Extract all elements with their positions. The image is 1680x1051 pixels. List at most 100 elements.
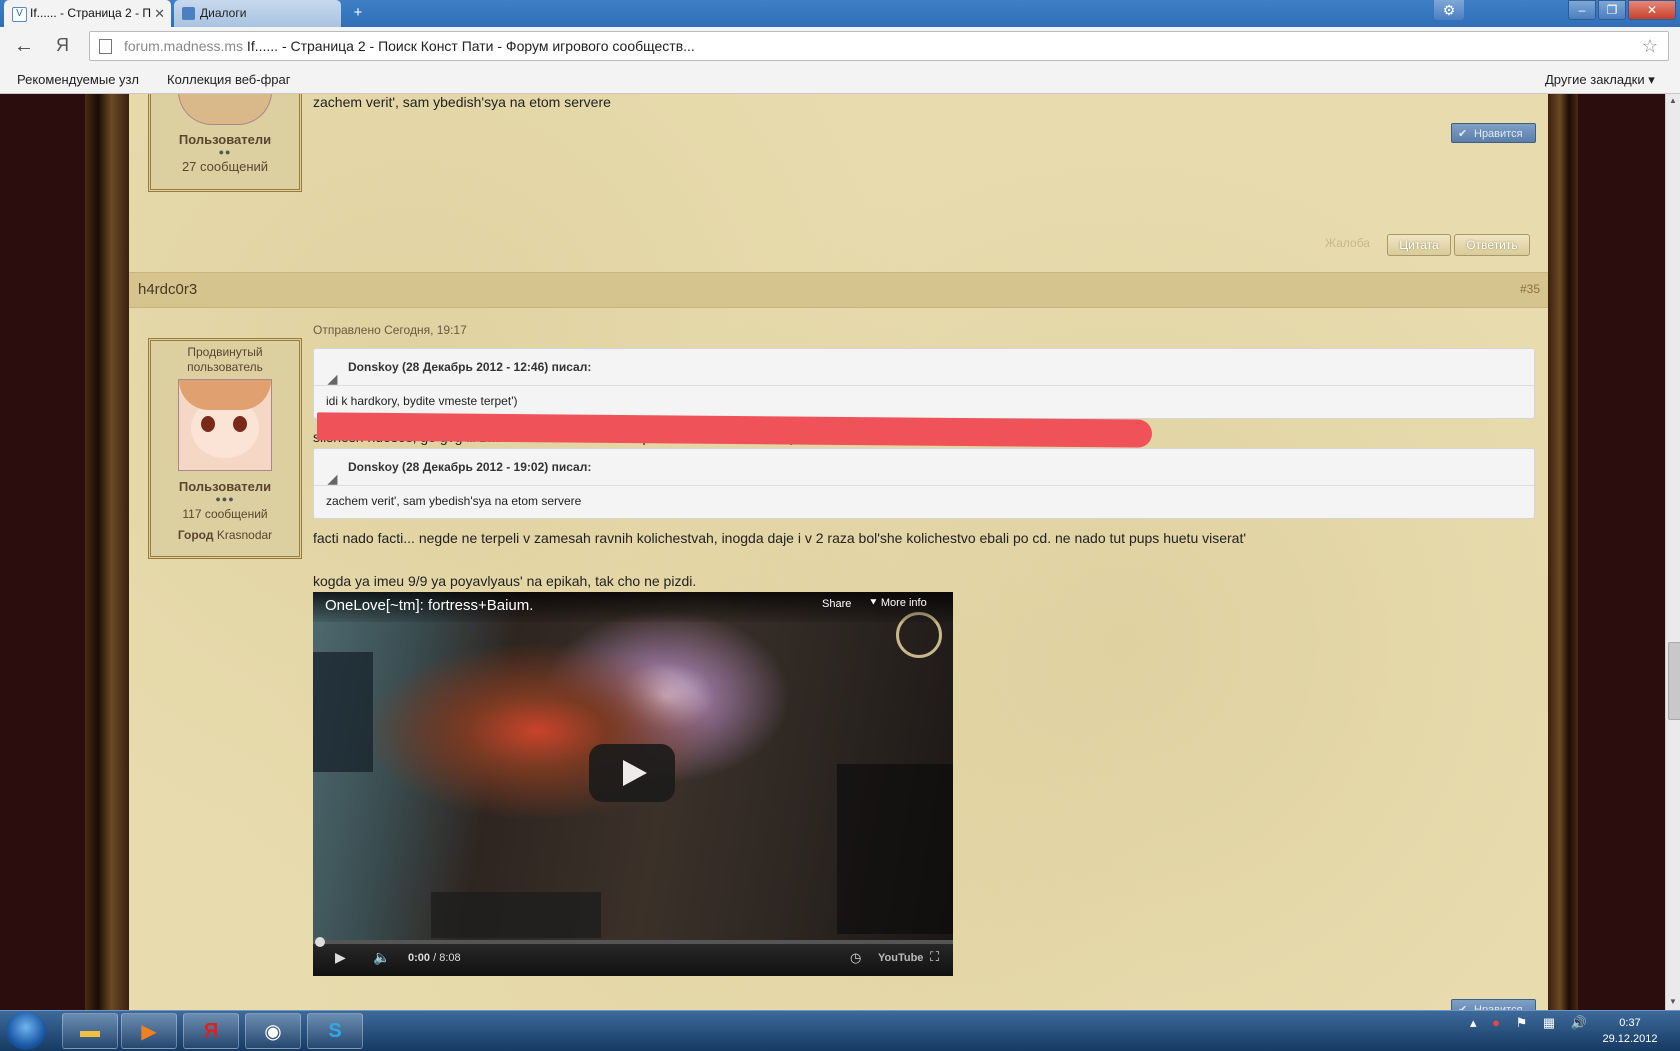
address-bar[interactable]: forum.madness.ms If...... - Страница 2 -… [89,31,1669,61]
volume-icon[interactable]: 🔈 [373,949,390,966]
chevron-down-icon: ⯆ [869,597,878,609]
clock-time: 0:37 [1619,1017,1641,1029]
scrollbar-thumb[interactable] [1668,642,1680,720]
complain-link[interactable]: Жалоба [1325,236,1370,250]
tab-forum[interactable]: V If...... - Страница 2 - П ✕ [4,0,171,27]
bookmarks-bar: Рекомендуемые узл Коллекция веб-фраг Дру… [0,67,1680,94]
url-host: forum.madness.ms [124,38,244,54]
quote-2-text: zachem verit', sam ybedish'sya na etom s… [326,494,582,508]
yandex-browser-taskbar-icon[interactable]: Я [183,1013,239,1049]
user-avatar[interactable] [178,379,272,471]
new-tab-button[interactable]: + [347,5,369,21]
game-chat-panel [837,764,953,934]
user-city-label: Город [177,528,214,542]
bookmark-webslices[interactable]: Коллекция веб-фраг [167,72,297,87]
user-city: Krasnodar [216,528,273,542]
close-tab-icon[interactable]: ✕ [154,0,165,27]
game-skill-bar [431,892,601,938]
game-client-taskbar-icon[interactable]: ◉ [245,1013,301,1049]
user-group: Пользователи [178,479,272,494]
reply-button[interactable]: Ответить [1454,234,1530,256]
tab-dialogs[interactable]: Диалоги [174,0,341,27]
user-rank-pips: ●●● [215,494,235,504]
quote-button[interactable]: Цитата [1387,234,1451,256]
video-title[interactable]: OneLove[~tm]: fortress+Baium. [313,592,953,622]
video-controls: ▶ 🔈 0:00 / 8:08 ◷ YouTube ⛶ [313,937,953,976]
user-city-row: Город Krasnodar [151,528,299,542]
quote-block-1: ◢ Donskoy (28 Декабрь 2012 - 12:46) писал… [313,348,1535,419]
fullscreen-icon[interactable]: ⛶ [930,949,939,965]
skype-taskbar-icon[interactable]: S [307,1013,363,1049]
tab-dialogs-label: Диалоги [200,6,247,20]
video-time: 0:00 / 8:08 [408,952,461,964]
video-time-current: 0:00 [408,952,431,964]
other-bookmarks[interactable]: Другие закладки ▾ [1545,72,1655,88]
forum-favicon-icon: V [12,7,27,22]
scroll-down-icon[interactable]: ▼ [1669,997,1677,1006]
restore-button[interactable]: ❐ [1598,0,1626,20]
quote-block-2: ◢ Donskoy (28 Декабрь 2012 - 19:02) писал… [313,448,1535,519]
post-author[interactable]: h4rdc0r3 [138,281,197,298]
youtube-logo[interactable]: YouTube [878,952,923,964]
quote-1-author[interactable]: Donskoy (28 Декабрь 2012 - 12:46) писал: [348,360,591,374]
video-play-button[interactable] [589,744,675,802]
tab-forum-label: If...... - Страница 2 - П [30,6,152,20]
avatar-hair [179,380,271,410]
video-time-total: / 8:08 [433,952,461,964]
post-like-button[interactable]: Нравится [1451,999,1536,1010]
user-rank: Продвинутый пользователь [187,345,263,374]
media-player-taskbar-icon[interactable]: ▶ [121,1013,177,1049]
speaker-icon[interactable]: 🔊 [1571,1015,1587,1030]
tab-bar: V If...... - Страница 2 - П ✕ Диалоги + … [0,0,1680,27]
url-title: If...... - Страница 2 - Поиск Конст Пати… [243,38,695,54]
post-date: Отправлено Сегодня, 19:17 [313,323,467,337]
video-more-info-button[interactable]: ⯆ More info [869,597,927,610]
user-panel: Продвинутый пользователь Пользователи ●●… [148,338,302,559]
quote-icon: ◢ [328,472,338,486]
dialogs-favicon-icon [182,7,195,20]
watch-later-icon[interactable]: ◷ [850,950,861,966]
quote-2-author[interactable]: Donskoy (28 Декабрь 2012 - 19:02) писал: [348,460,591,474]
windows-taskbar: ▬ ▶ Я ◉ S ▴ ● ⚑ ▦ 🔊 0:37 29.12.2012 [0,1010,1680,1051]
video-share-button[interactable]: Share [822,598,851,610]
tray-flag-icon[interactable]: ⚑ [1516,1015,1528,1030]
bookmark-recommended[interactable]: Рекомендуемые узл [17,72,147,87]
prev-avatar[interactable] [178,94,272,125]
video-scrubber[interactable] [315,937,325,947]
clock[interactable]: 0:37 29.12.2012 [1595,1015,1665,1047]
yandex-icon[interactable]: Я [56,35,69,56]
prev-like-button[interactable]: Нравится [1451,123,1536,144]
quote-1-header: ◢ Donskoy (28 Декабрь 2012 - 12:46) писал… [314,349,1534,386]
start-button[interactable] [6,1012,46,1050]
bookmark-star-icon[interactable]: ☆ [1642,32,1658,60]
scroll-up-icon[interactable]: ▲ [1669,96,1677,105]
prev-user-panel: Пользователи ●● 27 сообщений [148,94,302,192]
back-arrow-icon[interactable]: ← [14,35,34,58]
quote-icon: ◢ [328,372,338,386]
post-number[interactable]: #35 [1520,282,1540,296]
tray-arrow-icon[interactable]: ▴ [1470,1015,1477,1030]
play-icon[interactable]: ▶ [335,949,346,966]
video-progress-bar[interactable] [313,937,953,947]
post-line-2: facti nado facti... negde ne terpeli v z… [313,530,1247,546]
explorer-taskbar-icon[interactable]: ▬ [62,1013,118,1049]
clock-date: 29.12.2012 [1602,1033,1658,1045]
settings-gear-icon[interactable]: ⚙ [1434,0,1464,20]
prev-user-group: Пользователи [178,132,272,147]
page-scrollbar[interactable]: ▲ ▼ [1665,94,1680,1010]
prev-rank-pips: ●● [218,147,232,157]
game-party-panel [313,652,373,772]
youtube-embed[interactable]: OneLove[~tm]: fortress+Baium. Share ⯆ Mo… [313,592,953,976]
video-more-info-label: More info [880,597,927,609]
avatar-eye-left [201,416,215,432]
close-window-button[interactable]: ✕ [1628,0,1676,20]
minimize-button[interactable]: – [1568,0,1596,20]
page-icon [99,39,112,54]
network-icon[interactable]: ▦ [1543,1015,1555,1030]
quote-2-header: ◢ Donskoy (28 Декабрь 2012 - 19:02) писал… [314,449,1534,486]
browser-toolbar: ← Я forum.madness.ms If...... - Страница… [0,27,1680,67]
prev-post-text: zachem verit', sam ybedish'sya na etom s… [313,94,611,110]
tray-app-icon[interactable]: ● [1492,1015,1500,1030]
prev-message-count: 27 сообщений [181,159,269,174]
yandex-glyph: Я [203,1019,219,1042]
